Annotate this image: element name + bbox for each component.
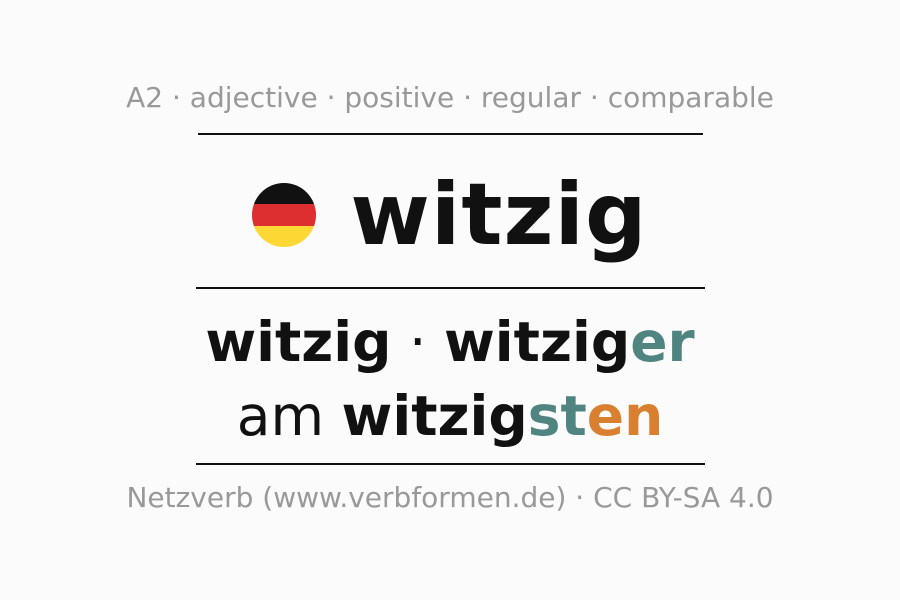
positive-comparative-line: witzig · witziger [0,310,900,374]
inflection-label: regular [480,81,581,114]
flag-stripe-red [252,204,317,226]
germany-flag-icon [252,183,317,247]
superlative-ending-st: st [527,384,587,448]
headline: witzig [0,160,900,270]
divider-middle [196,287,705,289]
flag-stripe-black [252,183,317,205]
comparative-stem: witzig [444,310,631,374]
flag-stripe-gold [252,225,317,247]
superlative-ending-en: en [586,384,664,448]
headword: witzig [350,165,648,265]
form-separator: · [391,310,444,374]
part-of-speech-label: adjective [189,81,318,114]
level-label: A2 [126,81,164,114]
positive-form: witzig [205,310,392,374]
separator: · [163,81,190,114]
superlative-prefix: am [236,384,342,448]
comparability-label: comparable [607,81,774,114]
superlative-line: am witzigsten [0,384,900,448]
divider-top [198,133,703,135]
separator: · [581,81,608,114]
comparative-ending: er [630,310,695,374]
divider-bottom [196,463,705,465]
grammar-info-line: A2 · adjective · positive · regular · co… [0,80,900,116]
degree-label: positive [344,81,455,114]
superlative-stem: witzig [341,384,528,448]
separator: · [317,81,345,114]
separator: · [454,81,481,114]
attribution-footer: Netzverb (www.verbformen.de) · CC BY-SA … [126,481,774,514]
